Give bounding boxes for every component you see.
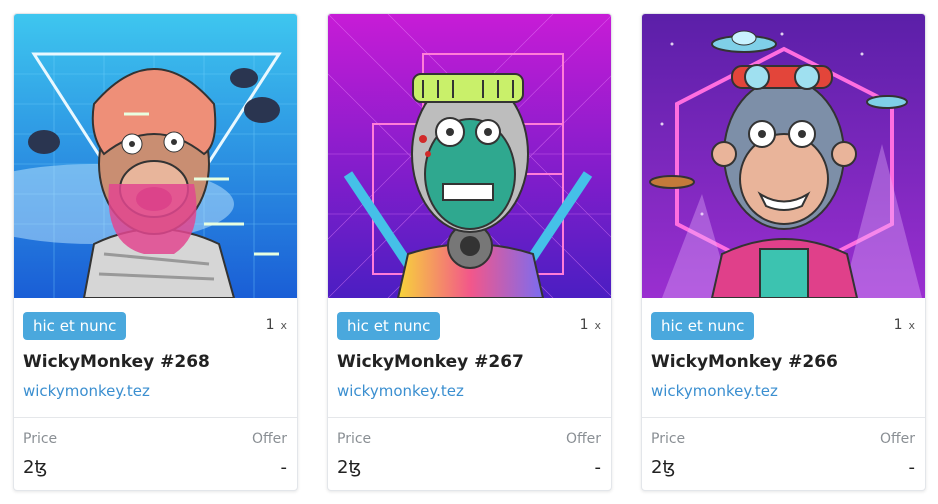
price-value: 2ꜩ bbox=[337, 457, 362, 478]
nft-card[interactable]: hic et nunc 1x WickyMonkey #268 wickymon… bbox=[13, 13, 298, 491]
creator-link[interactable]: wickymonkey.tez bbox=[651, 382, 778, 400]
offer-label: Offer bbox=[565, 431, 601, 447]
nft-title[interactable]: WickyMonkey #266 bbox=[651, 352, 838, 372]
nft-card[interactable]: hic et nunc 1x WickyMonkey #267 wickymon… bbox=[327, 13, 612, 491]
divider bbox=[14, 417, 297, 418]
divider bbox=[642, 417, 925, 418]
quantity-value: 1 bbox=[265, 317, 275, 333]
platform-badge[interactable]: hic et nunc bbox=[337, 312, 441, 340]
creator-link[interactable]: wickymonkey.tez bbox=[337, 382, 464, 400]
quantity-value: 1 bbox=[893, 317, 903, 333]
quantity-value: 1 bbox=[579, 317, 589, 333]
price-label: Price bbox=[651, 431, 686, 447]
edition-quantity: 1x bbox=[580, 317, 601, 333]
offer-label: Offer bbox=[251, 431, 287, 447]
nft-artwork-image[interactable] bbox=[328, 14, 611, 298]
price-label: Price bbox=[337, 431, 372, 447]
nft-artwork-image[interactable] bbox=[14, 14, 297, 298]
offer-value: - bbox=[908, 457, 916, 478]
nft-artwork-image[interactable] bbox=[642, 14, 925, 298]
price-label: Price bbox=[23, 431, 58, 447]
nft-card[interactable]: hic et nunc 1x WickyMonkey #266 wickymon… bbox=[641, 13, 926, 491]
quantity-suffix: x bbox=[908, 319, 915, 332]
edition-quantity: 1x bbox=[266, 317, 287, 333]
offer-label: Offer bbox=[879, 431, 915, 447]
price-value: 2ꜩ bbox=[23, 457, 48, 478]
nft-title[interactable]: WickyMonkey #268 bbox=[23, 352, 210, 372]
quantity-suffix: x bbox=[594, 319, 601, 332]
platform-badge[interactable]: hic et nunc bbox=[651, 312, 755, 340]
quantity-suffix: x bbox=[280, 319, 287, 332]
price-value: 2ꜩ bbox=[651, 457, 676, 478]
offer-value: - bbox=[594, 457, 602, 478]
offer-value: - bbox=[280, 457, 288, 478]
edition-quantity: 1x bbox=[894, 317, 915, 333]
creator-link[interactable]: wickymonkey.tez bbox=[23, 382, 150, 400]
platform-badge[interactable]: hic et nunc bbox=[23, 312, 127, 340]
divider bbox=[328, 417, 611, 418]
nft-title[interactable]: WickyMonkey #267 bbox=[337, 352, 524, 372]
